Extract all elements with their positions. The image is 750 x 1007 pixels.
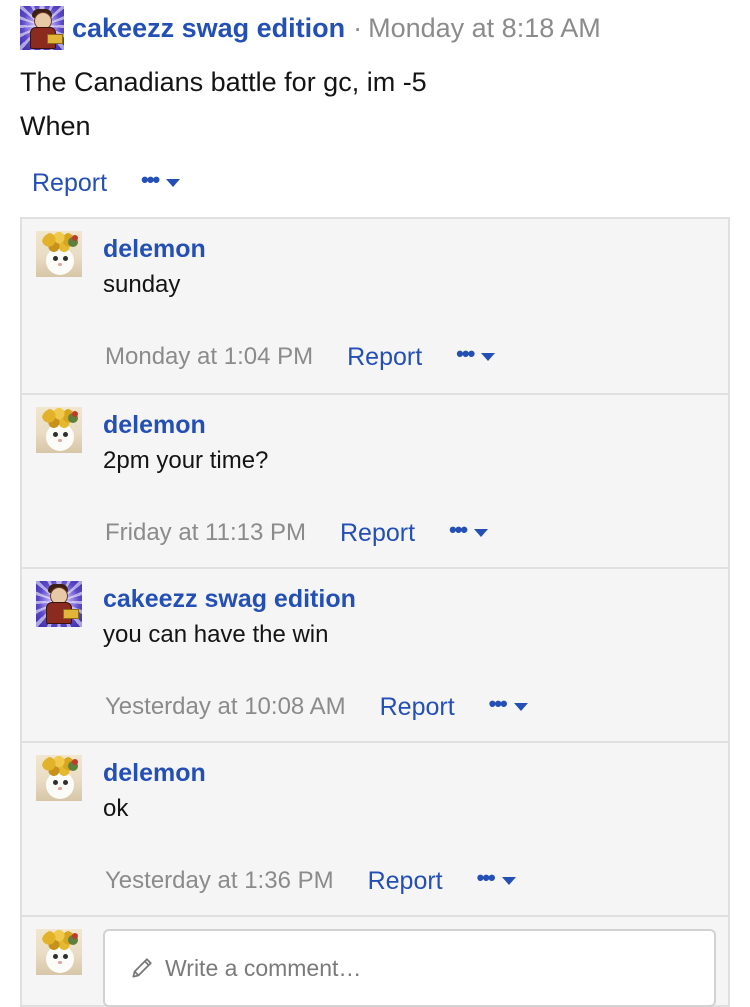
post-body-line: The Canadians battle for gc, im -5 xyxy=(20,67,427,97)
comment-author-avatar[interactable] xyxy=(36,581,82,627)
ellipsis-icon: ••• xyxy=(488,691,508,716)
comment-meta: Yesterday at 10:08 AM Report ••• xyxy=(105,689,528,725)
comment-author-link[interactable]: delemon xyxy=(103,411,206,440)
comment-author-avatar[interactable] xyxy=(36,755,82,801)
comment-text: you can have the win xyxy=(103,621,329,648)
comment-meta: Friday at 11:13 PM Report ••• xyxy=(105,515,489,551)
ellipsis-icon: ••• xyxy=(141,167,160,192)
comment-author-avatar[interactable] xyxy=(36,231,82,277)
comment-more-menu-button[interactable]: ••• xyxy=(489,693,528,715)
post-body: The Canadians battle for gc, im -5 When xyxy=(20,60,427,148)
new-comment-row xyxy=(22,915,728,1007)
comment-input[interactable] xyxy=(165,954,685,982)
ellipsis-icon: ••• xyxy=(476,865,496,890)
comment-item: cakeezz swag edition you can have the wi… xyxy=(22,567,728,741)
comment-timestamp[interactable]: Yesterday at 10:08 AM xyxy=(105,693,346,721)
comment-report-link[interactable]: Report xyxy=(340,519,415,548)
comment-more-menu-button[interactable]: ••• xyxy=(477,867,516,889)
comment-text: sunday xyxy=(103,271,181,298)
comment-more-menu-button[interactable]: ••• xyxy=(456,343,496,365)
ellipsis-icon: ••• xyxy=(456,341,475,366)
comment-author-link[interactable]: cakeezz swag edition xyxy=(103,585,356,614)
comment-timestamp[interactable]: Friday at 11:13 PM xyxy=(105,519,306,547)
comment-item: delemon sunday Monday at 1:04 PM Report … xyxy=(22,219,728,393)
comment-author-avatar[interactable] xyxy=(36,407,82,453)
post-actions: Report ••• xyxy=(32,165,181,201)
comments-panel: delemon sunday Monday at 1:04 PM Report … xyxy=(20,217,730,1007)
post-report-link[interactable]: Report xyxy=(32,169,107,198)
comment-timestamp[interactable]: Monday at 1:04 PM xyxy=(105,343,313,371)
comment-item: delemon 2pm your time? Friday at 11:13 P… xyxy=(22,393,728,567)
post-author-avatar[interactable] xyxy=(20,6,64,50)
caret-down-icon xyxy=(474,529,489,537)
ellipsis-icon: ••• xyxy=(449,517,468,542)
post-timestamp[interactable]: Monday at 8:18 AM xyxy=(368,13,601,44)
caret-down-icon xyxy=(481,353,496,361)
comment-item: delemon ok Yesterday at 1:36 PM Report •… xyxy=(22,741,728,915)
pencil-icon xyxy=(132,958,152,978)
post-separator: · xyxy=(353,12,363,43)
comment-timestamp[interactable]: Yesterday at 1:36 PM xyxy=(105,867,334,895)
caret-down-icon xyxy=(513,703,528,711)
comment-text: ok xyxy=(103,795,129,822)
caret-down-icon xyxy=(166,179,181,187)
comment-box[interactable] xyxy=(103,929,716,1007)
post-header: cakeezz swag edition · Monday at 8:18 AM xyxy=(20,6,601,50)
caret-down-icon xyxy=(501,877,516,885)
comment-author-link[interactable]: delemon xyxy=(103,235,206,264)
post-author-link[interactable]: cakeezz swag edition xyxy=(72,13,345,44)
comment-author-link[interactable]: delemon xyxy=(103,759,206,788)
comment-more-menu-button[interactable]: ••• xyxy=(449,519,489,541)
comment-meta: Monday at 1:04 PM Report ••• xyxy=(105,339,496,375)
comment-report-link[interactable]: Report xyxy=(380,693,455,722)
post-body-line: When xyxy=(20,111,91,141)
comment-text: 2pm your time? xyxy=(103,447,269,474)
current-user-avatar xyxy=(36,929,82,975)
comment-report-link[interactable]: Report xyxy=(347,343,422,372)
comment-meta: Yesterday at 1:36 PM Report ••• xyxy=(105,863,516,899)
post-more-menu-button[interactable]: ••• xyxy=(141,169,181,191)
comment-report-link[interactable]: Report xyxy=(368,867,443,896)
